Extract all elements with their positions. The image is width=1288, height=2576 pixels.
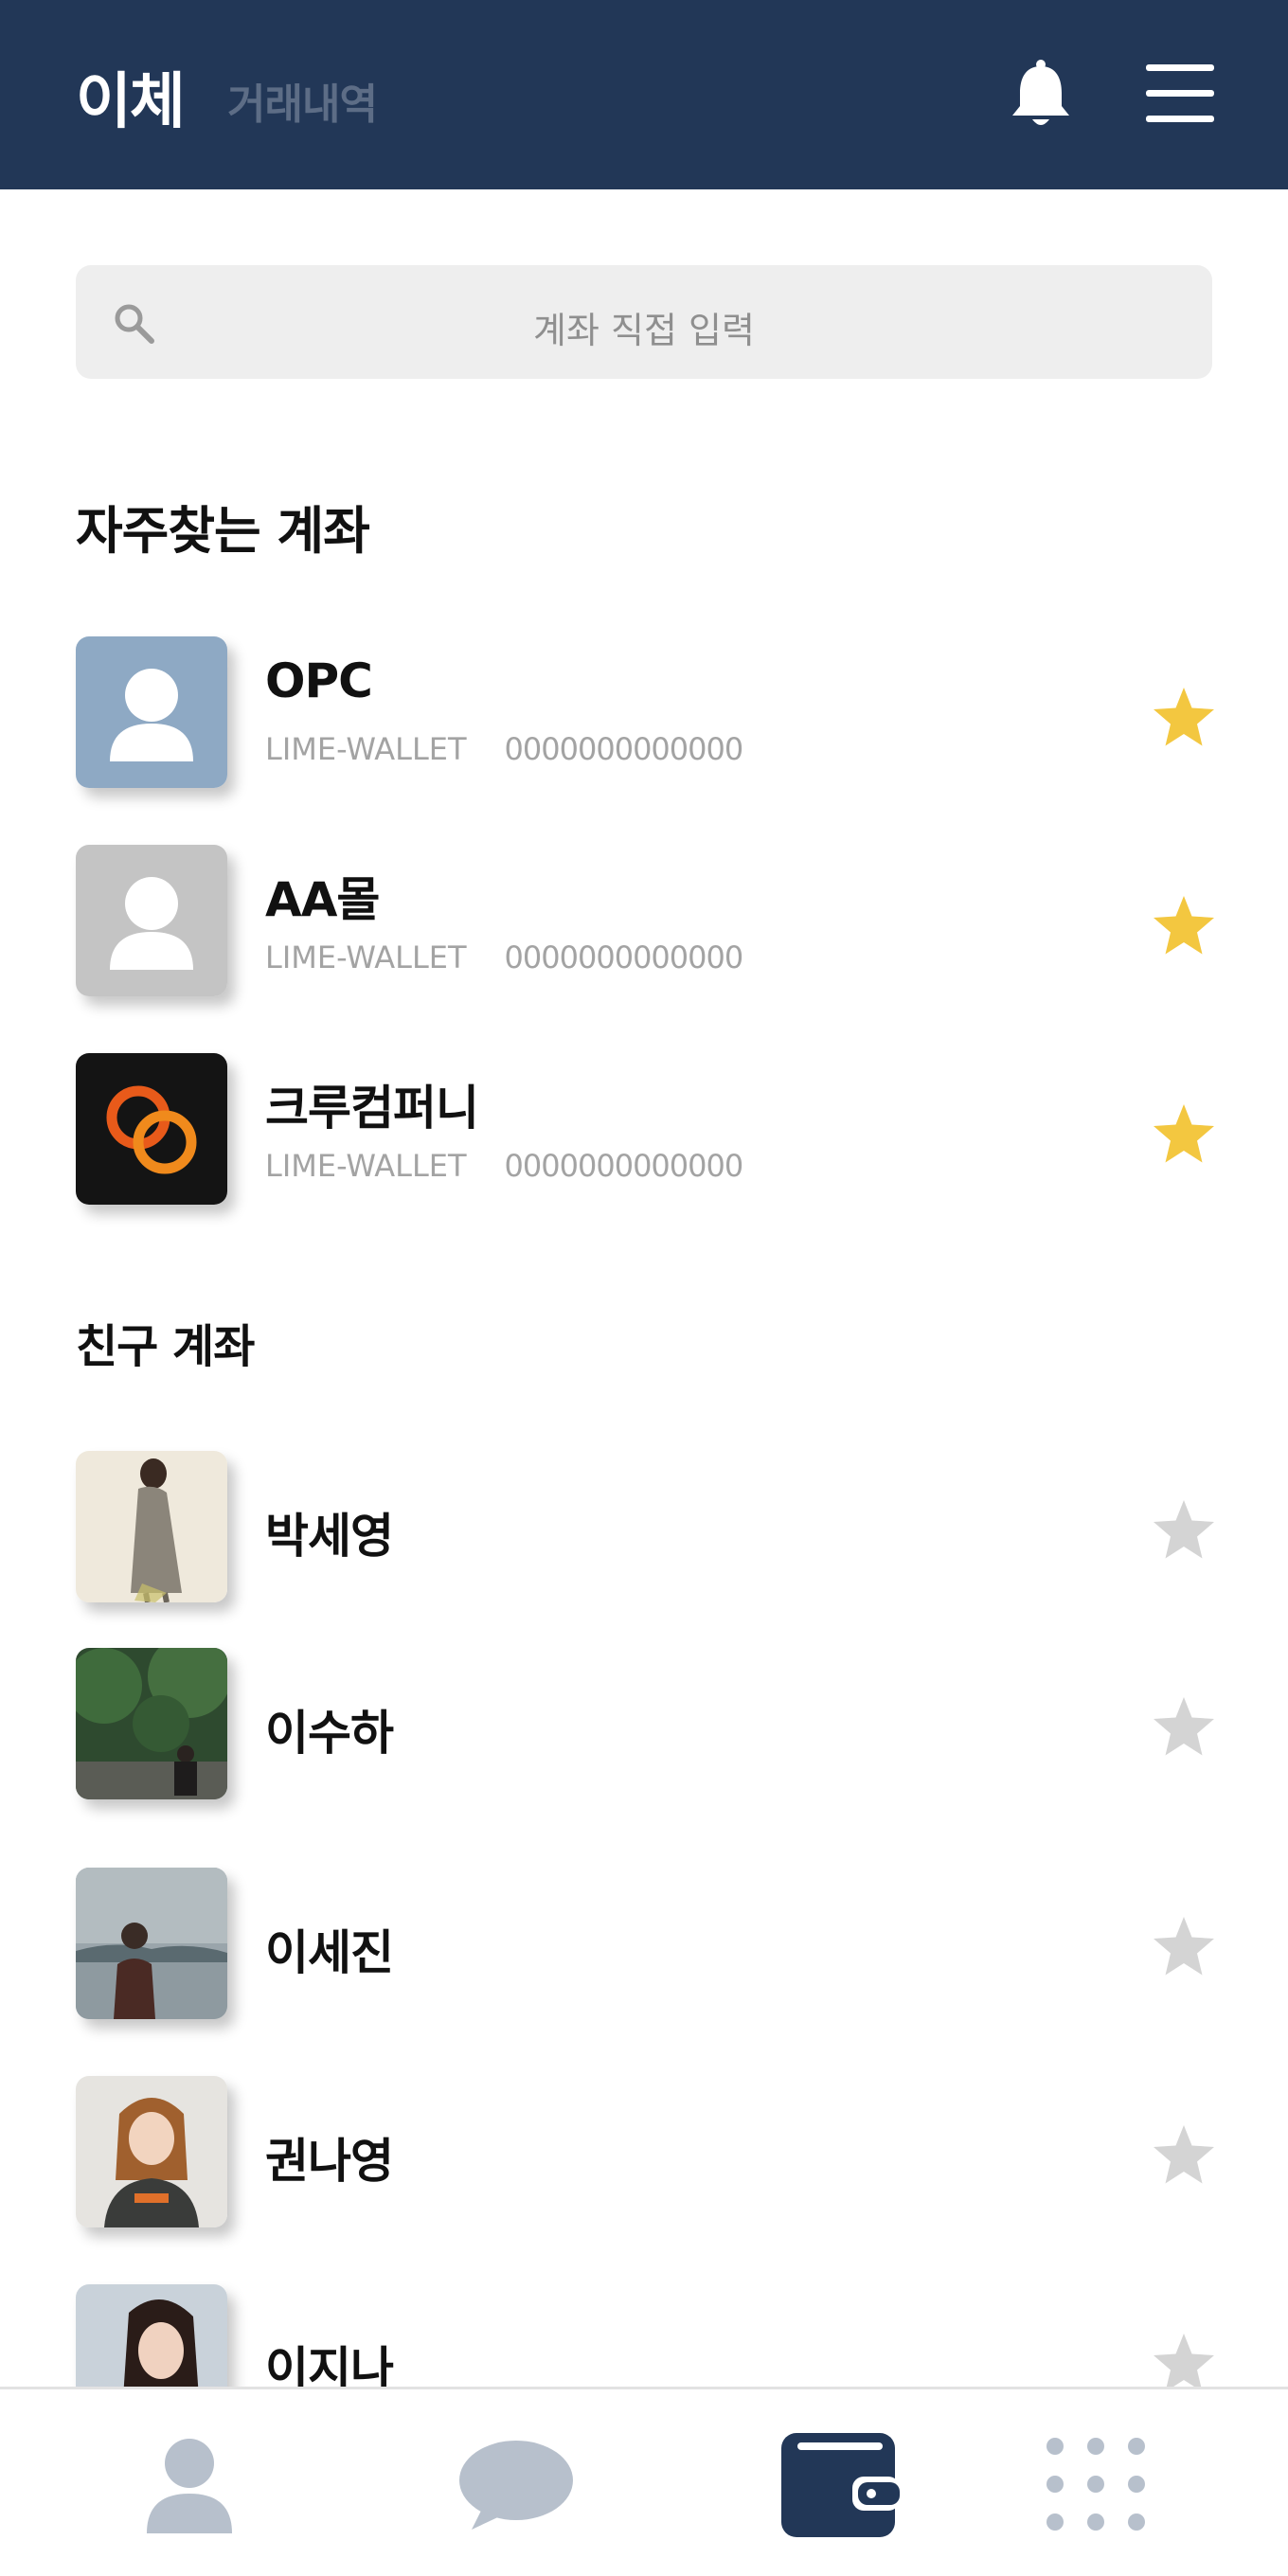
star-icon[interactable] [1152,2123,1216,2186]
avatar [76,1648,227,1799]
tab-transfer[interactable]: 이체 [76,53,186,140]
star-icon[interactable] [1152,894,1216,957]
profile-photo [76,1648,227,1799]
account-name: AA몰 [265,872,380,927]
app-header: 이체 거래내역 [0,0,1288,189]
search-placeholder: 계좌 직접 입력 [533,310,755,351]
bell-icon[interactable] [1008,59,1074,131]
avatar [76,1451,227,1602]
chat-icon[interactable] [455,2427,578,2541]
account-details: LIME-WALLET 0000000000000 [265,1148,744,1184]
star-icon[interactable] [1152,1915,1216,1977]
bottom-navigation [0,2387,1288,2576]
account-name: 크루컴퍼니 [265,1081,479,1136]
favorite-account-row[interactable]: AA몰 LIME-WALLET 0000000000000 [0,845,1288,996]
account-details: LIME-WALLET 0000000000000 [265,939,744,975]
profile-photo [76,1451,227,1602]
profile-icon[interactable] [128,2427,251,2541]
friends-section-title: 친구 계좌 [76,1320,255,1373]
friend-name: 이수하 [265,1706,394,1761]
friend-account-row[interactable]: 박세영 [0,1451,1288,1602]
account-number: 0000000000000 [504,731,744,767]
bank-name: LIME-WALLET [265,939,467,975]
bank-name: LIME-WALLET [265,731,467,767]
favorite-account-row[interactable]: OPC LIME-WALLET 0000000000000 [0,636,1288,788]
favorites-section-title: 자주찾는 계좌 [76,501,370,561]
avatar [76,2076,227,2227]
wallet-icon[interactable] [777,2427,900,2541]
avatar [76,636,227,788]
profile-photo [76,2076,227,2227]
menu-icon[interactable] [1146,63,1214,125]
friend-name: 권나영 [265,2134,394,2189]
friend-name: 박세영 [265,1509,394,1564]
apps-grid-icon[interactable] [1036,2427,1159,2541]
star-icon[interactable] [1152,686,1216,748]
account-search-input[interactable]: 계좌 직접 입력 [76,265,1212,379]
profile-photo [76,1868,227,2019]
friend-name: 이세진 [265,1925,394,1980]
avatar [76,845,227,996]
star-icon[interactable] [1152,1695,1216,1758]
person-icon [76,845,227,996]
crew-company-logo [76,1053,227,1205]
account-name: OPC [265,653,373,708]
avatar [76,1053,227,1205]
star-icon[interactable] [1152,2332,1216,2394]
friend-account-row[interactable]: 이수하 [0,1648,1288,1799]
bank-name: LIME-WALLET [265,1148,467,1184]
star-icon[interactable] [1152,1102,1216,1165]
account-details: LIME-WALLET 0000000000000 [265,731,744,767]
person-icon [76,636,227,788]
avatar [76,1868,227,2019]
friend-account-row[interactable]: 이세진 [0,1868,1288,2019]
account-number: 0000000000000 [504,939,744,975]
friend-account-row[interactable]: 권나영 [0,2076,1288,2227]
account-number: 0000000000000 [504,1148,744,1184]
star-icon[interactable] [1152,1498,1216,1561]
tab-transaction-history[interactable]: 거래내역 [227,70,378,131]
favorite-account-row[interactable]: 크루컴퍼니 LIME-WALLET 0000000000000 [0,1053,1288,1205]
